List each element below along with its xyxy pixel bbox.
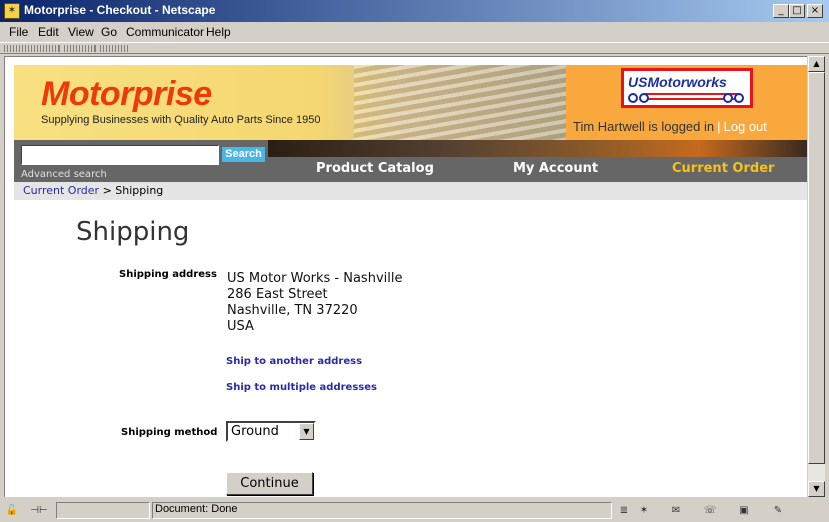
main-nav: Product Catalog My Account Current Order xyxy=(268,157,807,182)
minimize-button[interactable]: _ xyxy=(773,4,789,18)
address-line: 286 East Street xyxy=(227,287,328,302)
menu-communicator[interactable]: Communicator xyxy=(126,25,204,39)
wheel-icon xyxy=(723,93,733,103)
edit-icon[interactable]: ✎ xyxy=(770,504,786,518)
nav-banner-photo xyxy=(268,140,807,157)
logout-link[interactable]: Log out xyxy=(724,119,767,134)
partner-logo: USMotorworks xyxy=(621,68,753,108)
shipping-address-label: Shipping address xyxy=(119,269,217,280)
composer-icon[interactable]: ▣ xyxy=(736,504,752,518)
maximize-button[interactable]: □ xyxy=(789,4,805,18)
shipping-method-value: Ground xyxy=(231,424,279,439)
title-bar: ✶ Motorprise - Checkout - Netscape _ □ × xyxy=(0,0,829,22)
login-separator: | xyxy=(717,119,721,134)
shipping-method-label: Shipping method xyxy=(121,427,218,438)
page-viewport: Motorprise Supplying Businesses with Qua… xyxy=(4,56,807,497)
menu-view[interactable]: View xyxy=(68,25,94,39)
page-title: Shipping xyxy=(76,217,190,247)
wheel-icon xyxy=(628,93,638,103)
menu-go[interactable]: Go xyxy=(101,25,117,39)
account-banner: USMotorworks Tim Hartwell is logged in | L… xyxy=(566,65,807,140)
partner-logo-text: USMotorworks xyxy=(628,74,727,90)
nav-product-catalog[interactable]: Product Catalog xyxy=(316,161,434,176)
progress-cell xyxy=(56,502,150,519)
ship-to-another-address-link[interactable]: Ship to another address xyxy=(226,356,362,367)
banner-photo xyxy=(354,65,566,140)
wheel-icon xyxy=(639,93,649,103)
advanced-search-link[interactable]: Advanced search xyxy=(21,169,107,180)
status-text: Document: Done xyxy=(155,503,238,515)
breadcrumb-bar: Current Order > Shipping xyxy=(14,182,807,200)
mail-icon[interactable]: ✉ xyxy=(668,504,684,518)
nav-my-account[interactable]: My Account xyxy=(513,161,598,176)
breadcrumb-separator: > xyxy=(102,184,112,197)
personal-toolbar-tab[interactable] xyxy=(100,45,128,52)
menu-bar: File Edit View Go Communicator Help xyxy=(0,22,829,42)
wheel-icon xyxy=(734,93,744,103)
breadcrumb: Current Order > Shipping xyxy=(23,184,163,197)
online-connection-icon[interactable]: ⊣⊢ xyxy=(26,504,52,518)
scroll-down-icon[interactable]: ▼ xyxy=(808,481,825,497)
status-bar: 🔓 ⊣⊢ Document: Done ≣ ✶ ✉ ☏ ▣ ✎ xyxy=(0,500,829,522)
navigator-icon[interactable]: ✶ xyxy=(636,504,652,518)
navigation-toolbar-tab[interactable] xyxy=(4,45,60,52)
address-line: USA xyxy=(227,319,254,334)
search-button[interactable]: Search xyxy=(222,147,265,162)
list-icon[interactable]: ≣ xyxy=(616,504,632,518)
vertical-scrollbar[interactable]: ▲ ▼ xyxy=(808,56,825,497)
site-logo[interactable]: Motorprise xyxy=(41,75,212,114)
chevron-down-icon[interactable]: ▼ xyxy=(299,423,314,440)
netscape-icon: ✶ xyxy=(4,3,20,19)
nav-current-order[interactable]: Current Order xyxy=(672,161,774,176)
login-status: Tim Hartwell is logged in | Log out xyxy=(566,117,807,140)
scroll-up-icon[interactable]: ▲ xyxy=(808,56,825,72)
breadcrumb-shipping: Shipping xyxy=(115,184,164,197)
site-banner: Motorprise Supplying Businesses with Qua… xyxy=(14,65,566,140)
menu-file[interactable]: File xyxy=(9,25,28,39)
shipping-method-select[interactable]: Ground ▼ xyxy=(226,421,316,442)
menu-help[interactable]: Help xyxy=(206,25,231,39)
scroll-thumb[interactable] xyxy=(808,72,825,464)
ship-to-multiple-addresses-link[interactable]: Ship to multiple addresses xyxy=(226,382,377,393)
login-text: Tim Hartwell is logged in xyxy=(573,119,715,134)
site-tagline: Supplying Businesses with Quality Auto P… xyxy=(41,114,321,126)
address-line: Nashville, TN 37220 xyxy=(227,303,358,318)
continue-button[interactable]: Continue xyxy=(226,472,313,495)
search-input[interactable] xyxy=(21,145,219,165)
address-line: US Motor Works - Nashville xyxy=(227,271,403,286)
discussion-icon[interactable]: ☏ xyxy=(702,504,718,518)
breadcrumb-current-order[interactable]: Current Order xyxy=(23,184,99,197)
security-lock-icon[interactable]: 🔓 xyxy=(4,504,20,518)
menu-edit[interactable]: Edit xyxy=(38,25,59,39)
window-title: Motorprise - Checkout - Netscape xyxy=(24,3,216,17)
search-bar: Search Advanced search xyxy=(14,140,268,182)
collapsed-toolbars xyxy=(0,42,829,54)
close-button[interactable]: × xyxy=(807,4,823,18)
location-toolbar-tab[interactable] xyxy=(64,45,96,52)
